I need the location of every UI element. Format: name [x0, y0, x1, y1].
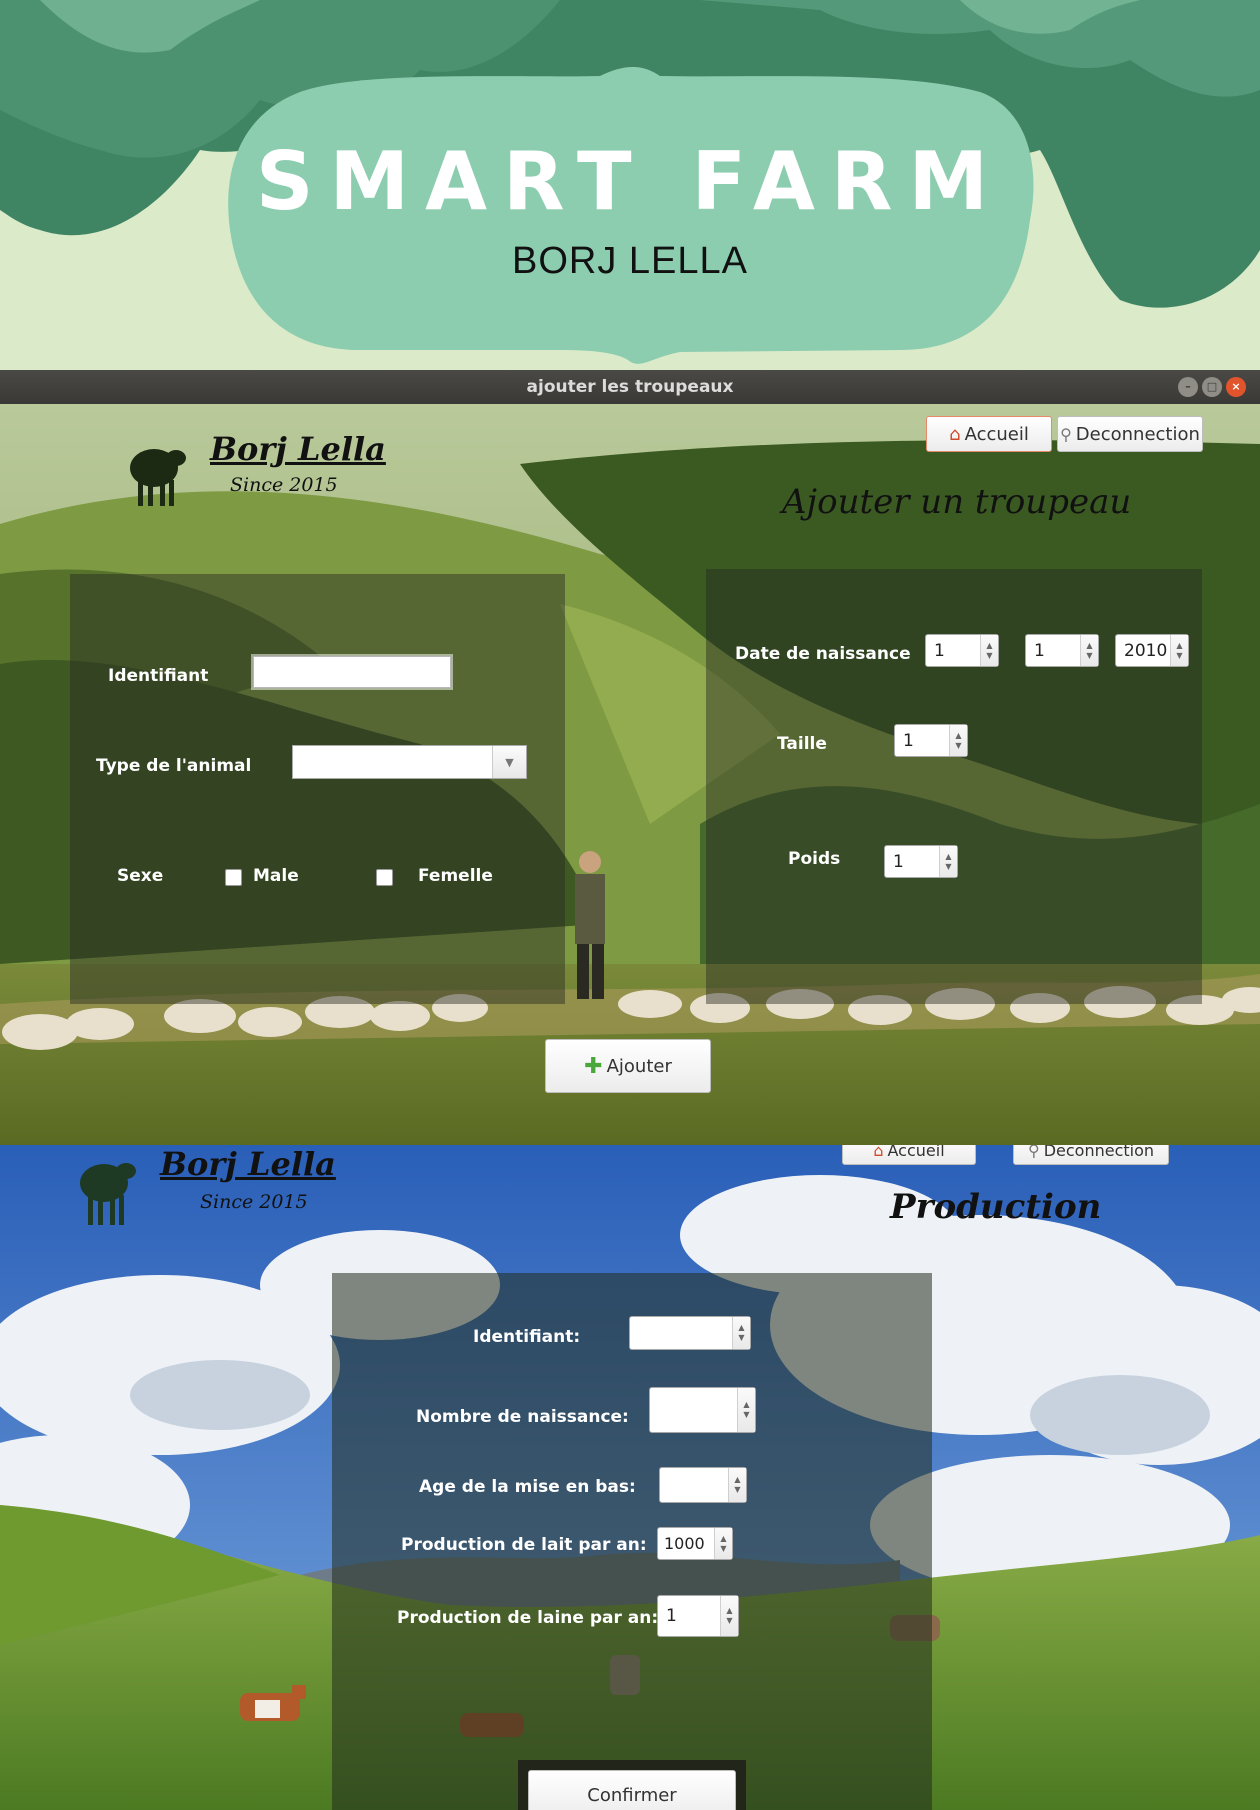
home-icon: ⌂: [873, 1145, 884, 1160]
spinner-arrows-icon[interactable]: ▲ ▼: [720, 1596, 738, 1636]
id-input[interactable]: [253, 656, 451, 688]
logo-since: Since 2015: [230, 474, 338, 496]
spinner-arrows-icon[interactable]: ▲ ▼: [949, 725, 967, 756]
window-title: ajouter les troupeaux: [526, 377, 734, 397]
home-button[interactable]: ⌂ Accueil: [926, 416, 1052, 452]
spinner-arrows-icon[interactable]: ▲ ▼: [980, 635, 998, 666]
id-spinner[interactable]: ▲ ▼: [629, 1316, 751, 1350]
type-select[interactable]: ▼: [292, 745, 527, 779]
logo-since: Since 2015: [200, 1191, 308, 1213]
close-button[interactable]: ×: [1226, 377, 1246, 397]
births-label: Nombre de naissance:: [416, 1407, 629, 1427]
wool-label: Production de laine par an:: [397, 1608, 659, 1628]
page-heading: Ajouter un troupeau: [782, 482, 1132, 522]
banner-title: SMART FARM: [255, 135, 1005, 228]
banner-subtitle: BORJ LELLA: [512, 240, 748, 282]
home-icon: ⌂: [949, 423, 961, 445]
spinner-arrows-icon[interactable]: ▲ ▼: [1170, 635, 1188, 666]
type-label: Type de l'animal: [96, 756, 252, 776]
page-heading: Production: [890, 1187, 1102, 1227]
weight-label: Poids: [788, 849, 841, 869]
spinner-arrows-icon[interactable]: ▲ ▼: [1080, 635, 1098, 666]
pasture-scene: Borj Lella Since 2015 ⌂ Accueil ⚲ Deconn…: [0, 404, 1260, 1145]
birth-date-label: Date de naissance: [735, 644, 911, 664]
id-label: Identifiant:: [473, 1327, 581, 1347]
home-button[interactable]: ⌂ Accueil: [842, 1145, 976, 1165]
milk-label: Production de lait par an:: [401, 1535, 647, 1555]
id-label: Identifiant: [108, 666, 209, 686]
add-herd-window: ajouter les troupeaux – □ × Borj Lella S…: [0, 370, 1260, 1145]
size-label: Taille: [777, 734, 827, 754]
spinner-arrows-icon[interactable]: ▲ ▼: [714, 1528, 732, 1559]
spinner-arrows-icon[interactable]: ▲ ▼: [728, 1468, 746, 1502]
minimize-button[interactable]: –: [1178, 377, 1198, 397]
plus-icon: ✚: [584, 1053, 603, 1079]
birth-age-label: Age de la mise en bas:: [419, 1477, 636, 1497]
milk-spinner[interactable]: 1000 ▲ ▼: [657, 1527, 733, 1560]
spinner-arrows-icon[interactable]: ▲ ▼: [939, 846, 957, 877]
sheep-logo-icon: [130, 449, 186, 506]
sheep-logo-icon: [80, 1163, 136, 1225]
page: SMART FARM BORJ LELLA ajouter les troupe…: [0, 0, 1260, 1810]
birth-age-spinner[interactable]: ▲ ▼: [659, 1467, 747, 1503]
weight-spinner[interactable]: 1 ▲ ▼: [884, 845, 958, 878]
wool-spinner[interactable]: 1 ▲ ▼: [657, 1595, 739, 1637]
production-window: Borj Lella Since 2015 ⌂ Accueil ⚲ Deconn…: [0, 1145, 1260, 1810]
chevron-down-icon: ▼: [492, 746, 526, 778]
male-label: Male: [253, 866, 299, 886]
logout-button[interactable]: ⚲ Deconnection: [1013, 1145, 1169, 1165]
logo-name: Borj Lella: [160, 1145, 336, 1183]
female-label: Femelle: [418, 866, 493, 886]
logout-button[interactable]: ⚲ Deconnection: [1057, 416, 1203, 452]
window-titlebar[interactable]: ajouter les troupeaux – □ ×: [0, 370, 1260, 404]
birth-year-spinner[interactable]: 2010 ▲ ▼: [1115, 634, 1189, 667]
size-spinner[interactable]: 1 ▲ ▼: [894, 724, 968, 757]
male-checkbox[interactable]: [225, 869, 242, 886]
spinner-arrows-icon[interactable]: ▲ ▼: [732, 1317, 750, 1349]
add-button[interactable]: ✚ Ajouter: [545, 1039, 711, 1093]
key-icon: ⚲: [1060, 424, 1072, 444]
smart-farm-banner: SMART FARM BORJ LELLA: [0, 0, 1260, 370]
birth-month-spinner[interactable]: 1 ▲ ▼: [1025, 634, 1099, 667]
birth-day-spinner[interactable]: 1 ▲ ▼: [925, 634, 999, 667]
confirm-button[interactable]: Confirmer: [528, 1770, 736, 1810]
key-icon: ⚲: [1027, 1145, 1040, 1160]
logo-name: Borj Lella: [210, 430, 386, 468]
sex-label: Sexe: [117, 866, 164, 886]
births-spinner[interactable]: ▲ ▼: [649, 1387, 756, 1433]
spinner-arrows-icon[interactable]: ▲ ▼: [737, 1388, 755, 1432]
maximize-button[interactable]: □: [1202, 377, 1222, 397]
animal-info-panel: [70, 574, 565, 1004]
female-checkbox[interactable]: [376, 869, 393, 886]
